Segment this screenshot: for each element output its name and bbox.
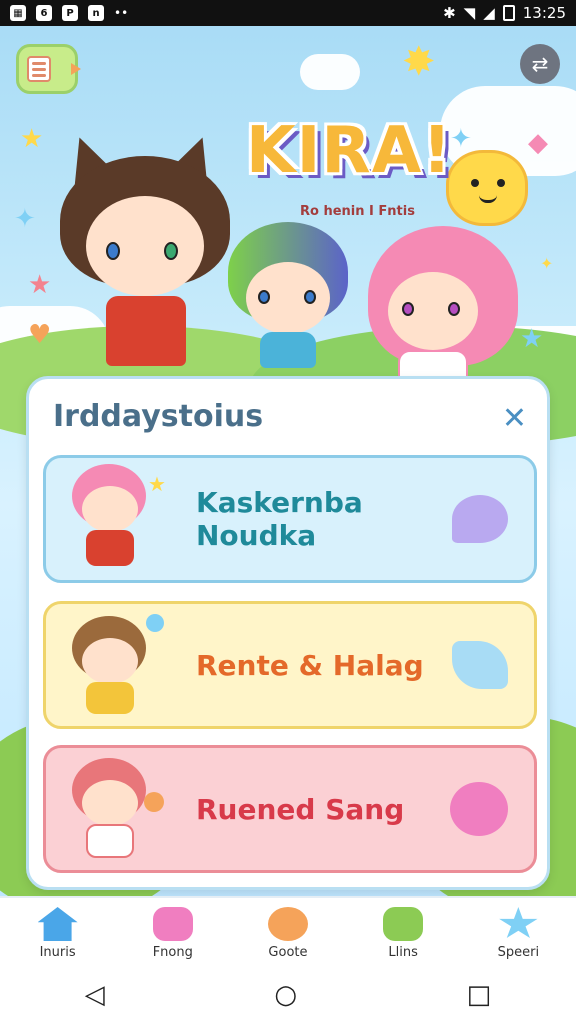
status-bar: ▦ 6 P n •• ✱ ◥ ◢ 13:25 <box>0 0 576 26</box>
status-right-icons: ✱ ◥ ◢ 13:25 <box>443 4 566 22</box>
share-icon: ⇄ <box>531 52 549 76</box>
heart-bubble-icon <box>452 495 508 543</box>
game-logo: KIRA! <box>246 114 453 188</box>
app-icon-2: P <box>62 5 78 21</box>
home-button[interactable]: ○ <box>274 980 297 1010</box>
logo-subtitle: Ro henin I Fntis <box>300 204 415 219</box>
heart-icon: ♥ <box>28 320 52 350</box>
card-3-label: Ruened Sang <box>196 792 405 826</box>
frog-icon <box>383 907 424 941</box>
home-icon <box>37 907 78 941</box>
card-2-label: Rente & Halag <box>196 648 424 682</box>
sun-star-icon: ✸ <box>402 39 436 85</box>
system-navigation-bar: ◁ ○ □ <box>0 966 576 1024</box>
brown-cat-girl-avatar <box>56 610 176 720</box>
star-icon: ★ <box>20 124 44 154</box>
cat-face-icon <box>450 782 508 836</box>
share-button[interactable]: ⇄ <box>520 44 560 84</box>
bottom-navigation: Inuris Fnong Goote Llins Speeri <box>0 879 576 966</box>
sparkle-icon: ✦ <box>450 124 472 154</box>
gem-icon: ◆ <box>528 128 548 158</box>
back-button[interactable]: ◁ <box>85 980 105 1010</box>
red-hair-cat-girl-avatar <box>56 754 176 864</box>
menu-button[interactable] <box>16 44 81 94</box>
nav-label: Inuris <box>39 945 76 960</box>
nav-item-goote[interactable]: Goote <box>238 879 338 960</box>
nav-item-speeri[interactable]: Speeri <box>468 907 568 960</box>
bluetooth-icon: ✱ <box>443 4 456 22</box>
nav-label: Llins <box>388 945 418 960</box>
status-left-icons: ▦ 6 P n •• <box>10 5 128 21</box>
notification-icon: ▦ <box>10 5 26 21</box>
activity-card-2[interactable]: Rente & Halag <box>43 601 537 729</box>
recents-button[interactable]: □ <box>467 980 492 1010</box>
panel-title: Irddaystoius <box>53 399 264 434</box>
battery-icon <box>502 5 515 21</box>
dots-icon: •• <box>114 6 129 20</box>
beak-shape <box>71 63 81 75</box>
fish-mascot-icon <box>152 907 193 941</box>
character-cat-boy <box>56 129 230 376</box>
app-icon-1: 6 <box>36 5 52 21</box>
wifi-icon: ◥ <box>463 4 476 22</box>
nav-label: Speeri <box>497 945 540 960</box>
star-badge-icon <box>499 907 538 938</box>
sparkle-icon: ✦ <box>540 254 554 273</box>
chick-icon <box>267 907 308 941</box>
status-time: 13:25 <box>522 4 566 22</box>
star-icon: ★ <box>520 324 544 354</box>
menu-icon <box>27 56 51 82</box>
signal-icon: ◢ <box>483 4 495 22</box>
sparkle-icon: ✦ <box>14 204 36 234</box>
nav-label: Goote <box>268 945 308 960</box>
pink-cat-girl-avatar: ★ <box>56 464 176 574</box>
nav-label: Fnong <box>152 945 193 960</box>
small-cloud-icon <box>300 54 360 90</box>
close-button[interactable]: ✕ <box>502 401 527 436</box>
app-icon-3: n <box>88 5 104 21</box>
nav-item-llins[interactable]: Llins <box>353 907 453 960</box>
fruit-mascot-icon <box>446 150 528 226</box>
star-icon: ★ <box>28 270 52 300</box>
activity-panel: Irddaystoius ✕ ★ Kaskernba Noudka Rente … <box>26 376 550 890</box>
character-green-hair <box>228 222 348 372</box>
activity-card-3[interactable]: Ruened Sang <box>43 745 537 873</box>
character-pink-hair <box>368 226 518 386</box>
nav-item-fnong[interactable]: Fnong <box>123 907 223 960</box>
nav-item-inuris[interactable]: Inuris <box>8 907 108 960</box>
card-1-label: Kaskernba Noudka <box>196 486 363 552</box>
music-note-icon <box>452 641 508 689</box>
activity-card-1[interactable]: ★ Kaskernba Noudka <box>43 455 537 583</box>
